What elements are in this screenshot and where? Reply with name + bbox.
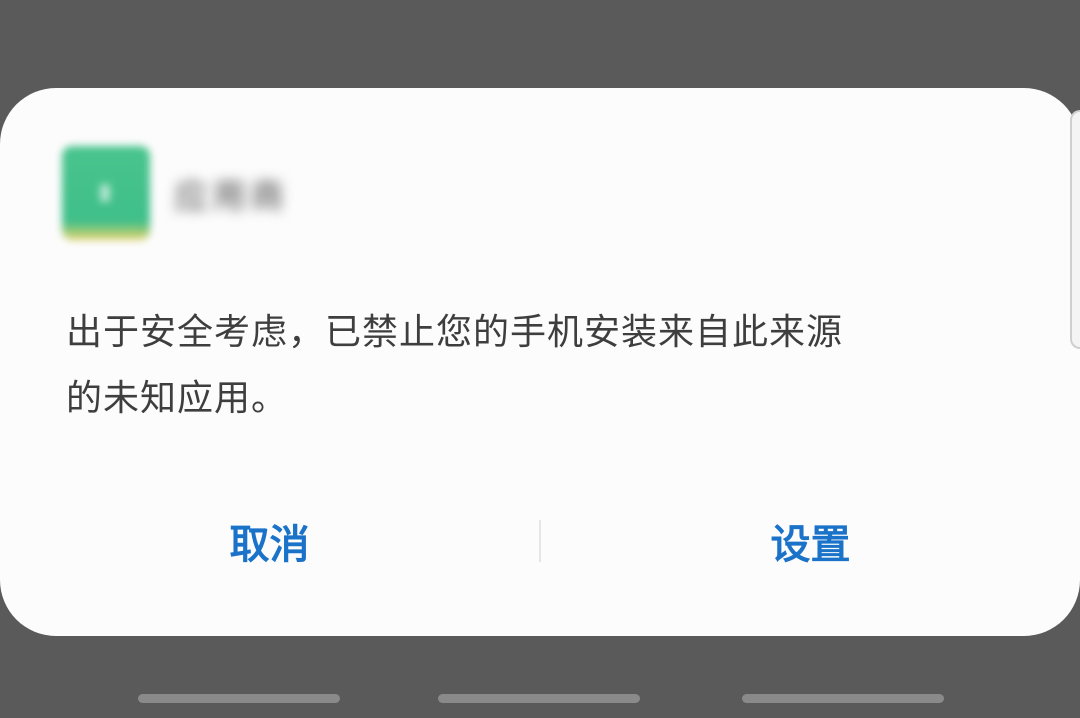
cancel-button[interactable]: 取消 xyxy=(0,512,539,570)
security-alert-dialog: 应用商 出于安全考虑，已禁止您的手机安装来自此来源 的未知应用。 取消 设置 xyxy=(0,88,1080,636)
app-name: 应用商 xyxy=(174,176,288,217)
dialog-message-line-2: 的未知应用。 xyxy=(66,378,289,419)
nav-hint-home[interactable] xyxy=(438,694,640,703)
dialog-message: 出于安全考虑，已禁止您的手机安装来自此来源 的未知应用。 xyxy=(66,300,1016,432)
app-icon xyxy=(62,146,150,240)
nav-hint-recents[interactable] xyxy=(138,694,340,703)
settings-button[interactable]: 设置 xyxy=(541,512,1080,570)
dialog-message-line-1: 出于安全考虑，已禁止您的手机安装来自此来源 xyxy=(66,312,844,353)
app-header: 应用商 xyxy=(62,146,288,240)
edge-panel-handle[interactable] xyxy=(1070,110,1080,349)
navigation-bar xyxy=(0,694,1080,704)
dialog-actions: 取消 设置 xyxy=(0,506,1080,576)
nav-hint-back[interactable] xyxy=(742,694,944,703)
